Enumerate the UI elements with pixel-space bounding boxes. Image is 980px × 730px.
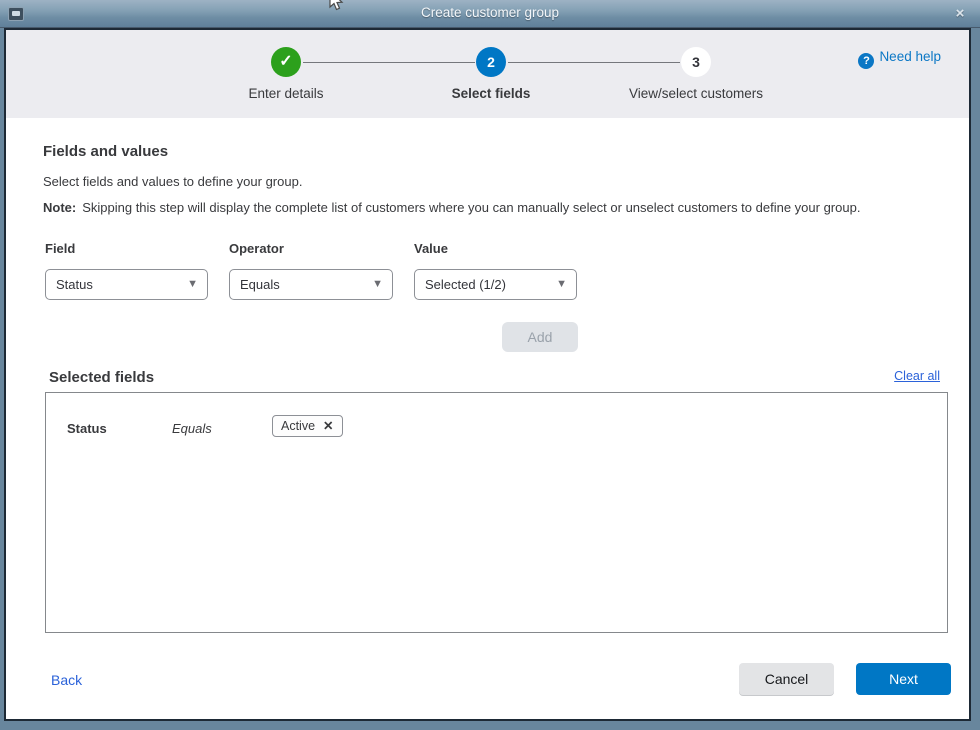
add-button[interactable]: Add (502, 322, 578, 352)
value-label: Value (414, 241, 448, 256)
next-button[interactable]: Next (856, 663, 951, 695)
row-operator: Equals (172, 421, 212, 436)
step-3-number: 3 (692, 54, 700, 70)
step-2-label: Select fields (381, 86, 601, 101)
dialog-content: ✓ 2 3 Enter details Select fields View/s… (4, 28, 971, 721)
chevron-down-icon: ▼ (187, 270, 198, 299)
step-1-label: Enter details (176, 86, 396, 101)
value-chip-label: Active (281, 419, 315, 433)
remove-icon[interactable]: ✕ (323, 419, 333, 433)
cancel-button[interactable]: Cancel (739, 663, 834, 695)
note-text: Skipping this step will display the comp… (82, 200, 860, 215)
window-frame: ✓ 2 3 Enter details Select fields View/s… (0, 28, 980, 730)
step-1-circle[interactable]: ✓ (271, 47, 301, 77)
need-help-label: Need help (879, 49, 941, 64)
step-connector (508, 62, 680, 63)
step-2-number: 2 (487, 54, 495, 70)
field-dropdown[interactable]: Status ▼ (45, 269, 208, 300)
field-label: Field (45, 241, 75, 256)
operator-dropdown-value: Equals (240, 277, 280, 292)
back-link[interactable]: Back (51, 672, 82, 688)
operator-dropdown[interactable]: Equals ▼ (229, 269, 393, 300)
value-dropdown[interactable]: Selected (1/2) ▼ (414, 269, 577, 300)
operator-label: Operator (229, 241, 284, 256)
step-3-label: View/select customers (586, 86, 806, 101)
note-label: Note: (43, 200, 76, 215)
section-subtitle: Select fields and values to define your … (43, 174, 302, 189)
selected-fields-title: Selected fields (49, 369, 154, 386)
value-dropdown-value: Selected (1/2) (425, 277, 506, 292)
section-note: Note: Skipping this step will display the… (43, 200, 860, 215)
step-3-circle[interactable]: 3 (681, 47, 711, 77)
need-help-link[interactable]: ? Need help (858, 49, 941, 69)
window-titlebar: Create customer group × (0, 0, 980, 28)
selected-fields-panel: Status Equals Active ✕ (45, 392, 948, 633)
section-title: Fields and values (43, 143, 168, 160)
question-icon: ? (858, 53, 874, 69)
step-2-circle[interactable]: 2 (476, 47, 506, 77)
value-chip[interactable]: Active ✕ (272, 415, 343, 437)
window-title: Create customer group (0, 5, 980, 20)
field-dropdown-value: Status (56, 277, 93, 292)
clear-all-link[interactable]: Clear all (894, 369, 940, 383)
wizard-header: ✓ 2 3 Enter details Select fields View/s… (6, 30, 969, 118)
chevron-down-icon: ▼ (556, 270, 567, 299)
step-connector (303, 62, 475, 63)
row-field-name: Status (67, 421, 107, 436)
check-icon: ✓ (279, 53, 292, 70)
chevron-down-icon: ▼ (372, 270, 383, 299)
close-icon[interactable]: × (950, 4, 970, 24)
